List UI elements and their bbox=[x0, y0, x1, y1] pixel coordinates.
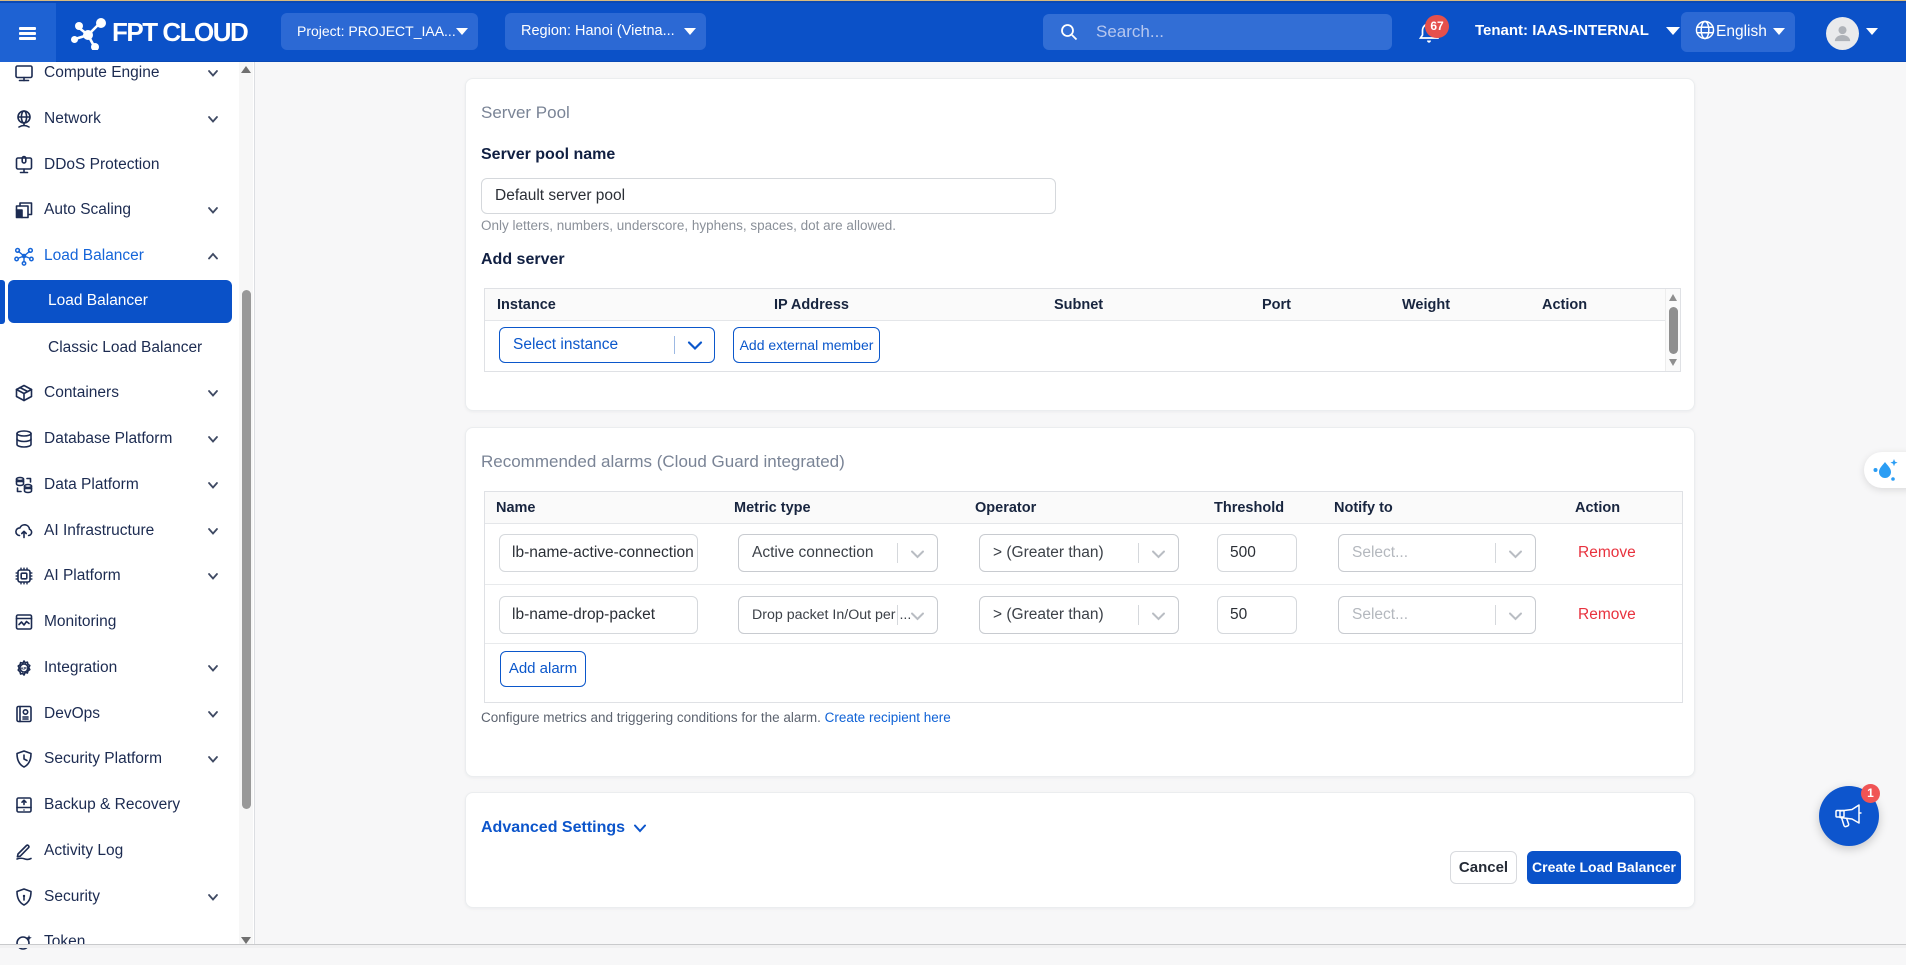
svg-text:API: API bbox=[21, 666, 28, 671]
